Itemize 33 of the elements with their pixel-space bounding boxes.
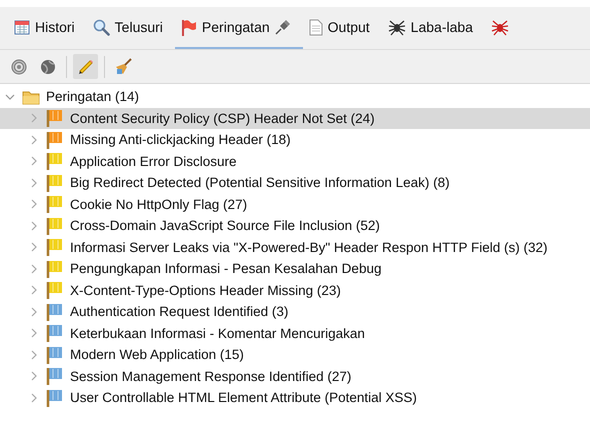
spider-icon — [388, 18, 406, 36]
tree-item[interactable]: Big Redirect Detected (Potential Sensitive Information Leak) (8) — [0, 172, 590, 194]
tree-item[interactable]: Modern Web Application (15) — [0, 344, 590, 366]
flag-icon — [180, 18, 197, 36]
tree-item[interactable]: Pengungkapan Informasi - Pesan Kesalahan Debug — [0, 258, 590, 280]
globe-icon — [40, 58, 56, 74]
tree-item[interactable]: Cross-Domain JavaScript Source File Inclusion (52) — [0, 215, 590, 236]
tree-label: Peringatan (14) — [46, 89, 140, 104]
tab[interactable]: Laba-laba — [382, 7, 485, 49]
spider-icon — [490, 18, 509, 36]
tree-item[interactable]: Application Error Disclosure — [0, 150, 590, 172]
tree-item[interactable]: X-Content-Type-Options Header Missing (23) — [0, 280, 590, 301]
tree-item[interactable]: Keterbukaan Informasi - Komentar Mencurigakan — [0, 322, 590, 344]
calendar-icon — [14, 19, 30, 35]
pencil-icon — [76, 58, 94, 76]
folder-icon — [22, 88, 40, 105]
tab[interactable]: Histori — [8, 7, 87, 49]
search-icon — [92, 18, 110, 36]
document-icon — [308, 18, 323, 36]
tree-item[interactable]: Session Management Response Identified (27) — [0, 366, 590, 387]
tree-item[interactable]: User Controllable HTML Element Attribute (Potential XSS) — [0, 387, 590, 408]
toolbar-button[interactable] — [73, 54, 98, 79]
tree-item[interactable]: Authentication Request Identified (3) — [0, 301, 590, 322]
tab[interactable]: Output — [302, 7, 382, 49]
tree-node[interactable]: Peringatan (14) — [0, 86, 590, 108]
pin-icon[interactable] — [274, 19, 291, 35]
broom-icon — [114, 58, 132, 76]
target-icon — [10, 58, 26, 74]
tree-item[interactable]: Cookie No HttpOnly Flag (27) — [0, 194, 590, 215]
tree-item[interactable]: Informasi Server Leaks via "X-Powered-By" Header Respon HTTP Field (s) (32) — [0, 236, 590, 258]
tree-item[interactable]: Content Security Policy (CSP) Header Not Set (24) — [0, 108, 590, 129]
tree-item[interactable]: Missing Anti-clickjacking Header (18) — [0, 129, 590, 150]
tab[interactable]: Telusuri — [86, 7, 175, 49]
